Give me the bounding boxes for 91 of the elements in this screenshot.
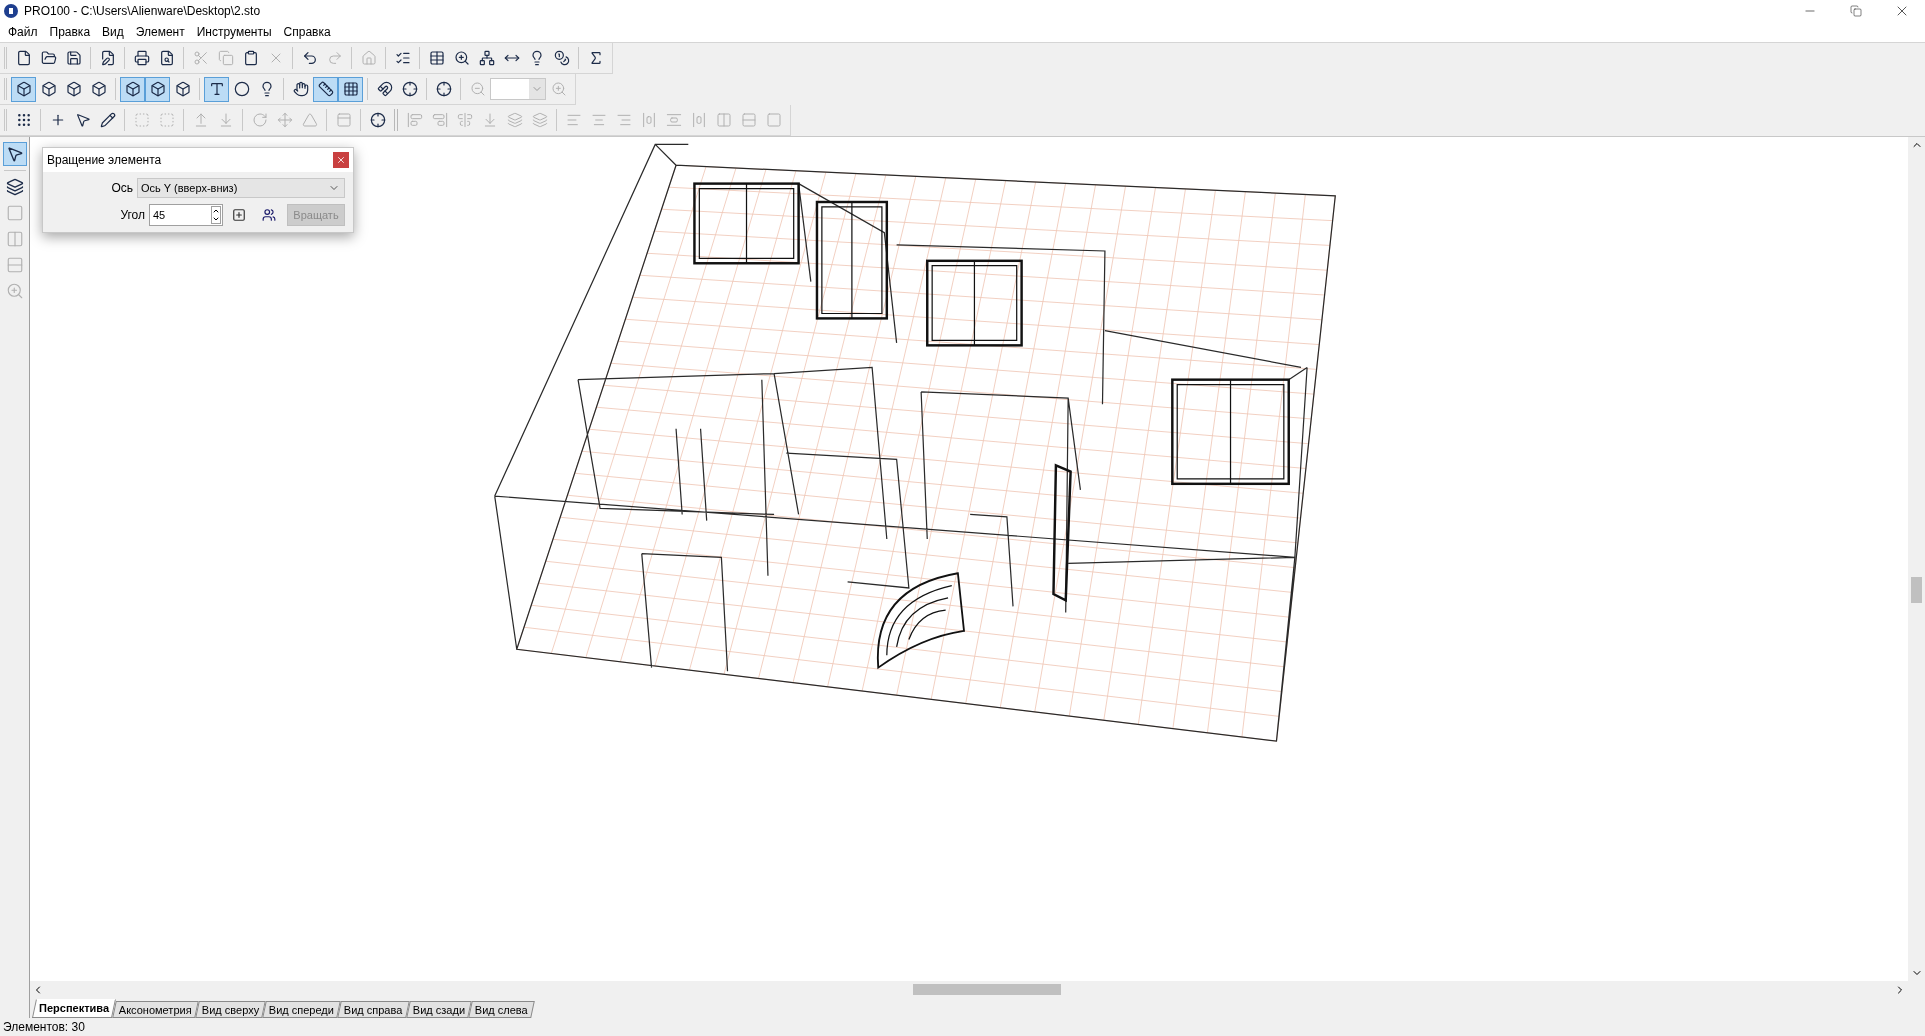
columns-icon <box>5 230 24 248</box>
checklist-icon <box>394 50 411 66</box>
cube-outline-icon <box>40 81 57 97</box>
cube-icon <box>124 81 141 97</box>
layers-icon <box>5 178 24 196</box>
axis-label: Ось <box>111 180 133 197</box>
toolbar-button[interactable] <box>145 76 170 102</box>
wireframe-cube-icon <box>15 81 32 97</box>
distribute-icon <box>665 112 682 128</box>
panel-icon <box>335 112 352 128</box>
dot-grid-icon <box>15 112 32 128</box>
menu-item[interactable]: Вид <box>96 23 130 41</box>
cursor-icon <box>74 112 91 128</box>
view-tab[interactable]: Аксонометрия <box>112 1001 199 1018</box>
cube-icon <box>149 81 166 97</box>
move-icon <box>276 112 293 128</box>
view-tab[interactable]: Вид слева <box>468 1001 535 1018</box>
toolbar-button[interactable] <box>120 76 145 102</box>
scissors-icon <box>192 50 209 66</box>
target-icon <box>435 81 452 97</box>
zoom-in-icon <box>550 81 567 97</box>
view-tab[interactable]: Вид спереди <box>262 1001 341 1018</box>
window-title: PRO100 - C:\Users\Alienware\Desktop\2.sto <box>24 3 261 20</box>
square-icon <box>765 112 782 128</box>
save-icon <box>65 50 82 66</box>
print-preview-icon <box>158 50 175 66</box>
status-text: Элементов: 30 <box>3 1019 85 1036</box>
menu-item[interactable]: Элемент <box>129 23 191 41</box>
toolbar-button[interactable] <box>2 142 27 166</box>
spin-arrows-icon <box>211 206 221 224</box>
app-logo-icon <box>4 4 18 18</box>
view-tab[interactable]: Вид справа <box>337 1001 410 1018</box>
toolbar-button[interactable] <box>204 76 229 102</box>
rows-icon <box>5 256 24 274</box>
align-center-icon <box>590 112 607 128</box>
scrollbar-thumb[interactable] <box>1911 577 1922 603</box>
shape-icon <box>5 204 24 222</box>
folder-icon <box>40 50 57 66</box>
rotate-icon <box>251 112 268 128</box>
dimension-icon <box>317 81 334 97</box>
zoom-out-icon <box>469 81 486 97</box>
angle-label: Угол <box>120 207 145 224</box>
file-icon <box>15 50 32 66</box>
people-icon <box>262 208 276 222</box>
menu-item[interactable]: Правка <box>43 23 97 41</box>
printer-icon <box>133 50 150 66</box>
file-edit-icon <box>99 50 116 66</box>
grid-icon <box>342 81 359 97</box>
close-icon <box>336 155 346 165</box>
menu-item[interactable]: Справка <box>277 23 337 41</box>
toolbar-button[interactable] <box>338 76 363 102</box>
distribute-icon <box>640 112 657 128</box>
redo-icon <box>326 50 343 66</box>
hand-icon <box>292 81 309 97</box>
restore-icon <box>1850 5 1862 17</box>
axis-dropdown[interactable]: Ось Y (вверх-вниз) <box>137 178 345 198</box>
copy-icon <box>217 50 234 66</box>
frame-select-icon <box>133 112 150 128</box>
layers-icon <box>531 112 548 128</box>
tree-window-icon <box>478 50 495 66</box>
house-icon <box>360 50 377 66</box>
menu-item[interactable]: Инструменты <box>190 23 278 41</box>
view-tab[interactable]: Перспектива <box>32 999 117 1018</box>
undo-icon <box>301 50 318 66</box>
pencil-icon <box>99 112 116 128</box>
cursor-icon <box>5 145 24 163</box>
text-icon <box>208 81 225 97</box>
columns-icon <box>715 112 732 128</box>
magnet-icon <box>376 81 393 97</box>
close-button[interactable] <box>333 152 349 168</box>
view-tab[interactable]: Вид сзади <box>405 1001 472 1018</box>
angle-spin-field[interactable]: 45 <box>149 204 223 226</box>
distribute-icon <box>690 112 707 128</box>
scrollbar-thumb[interactable] <box>913 984 1061 995</box>
table-window-icon <box>428 50 445 66</box>
dialog-title: Вращение элемента <box>47 152 163 169</box>
layers-icon <box>506 112 523 128</box>
menu-item[interactable]: Файл <box>2 23 44 41</box>
toolbar-button[interactable] <box>11 76 36 102</box>
toolbar-button[interactable] <box>313 76 338 102</box>
align-left-icon <box>565 112 582 128</box>
clipboard-icon <box>242 50 259 66</box>
align-right-icon <box>615 112 632 128</box>
view-tab[interactable]: Вид сверху <box>195 1001 266 1018</box>
coin-window-icon <box>553 50 570 66</box>
zoom-icon <box>5 282 24 300</box>
target-icon <box>401 81 418 97</box>
rows-icon <box>740 112 757 128</box>
frame-select-icon <box>158 112 175 128</box>
zoom-window-icon <box>453 50 470 66</box>
target-icon <box>369 112 386 128</box>
